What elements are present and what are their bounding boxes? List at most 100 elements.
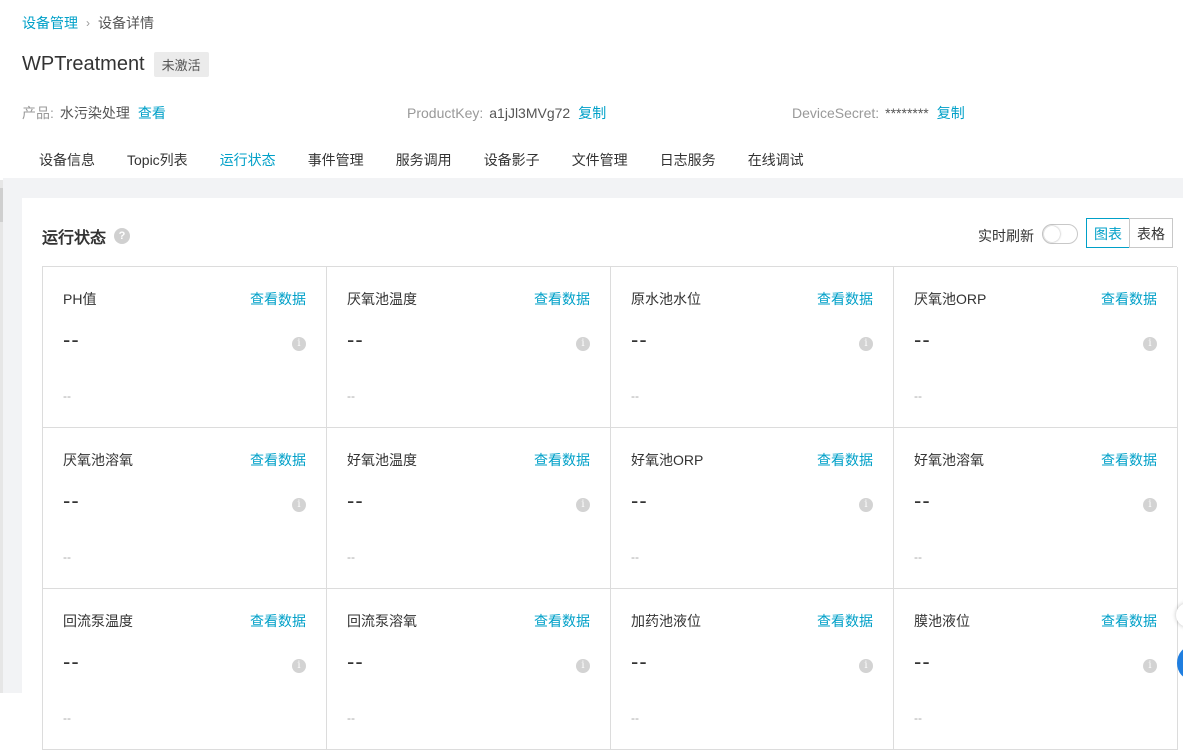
info-icon[interactable]: i: [1143, 659, 1157, 673]
property-card-anaerobic-do: 厌氧池溶氧 查看数据 -- i --: [43, 428, 327, 589]
devicesecret-label: DeviceSecret:: [792, 105, 880, 121]
property-value: --: [631, 327, 648, 352]
breadcrumb-current: 设备详情: [98, 15, 154, 31]
info-icon[interactable]: i: [292, 498, 306, 512]
copy-productkey-link[interactable]: 复制: [578, 105, 606, 121]
view-data-link[interactable]: 查看数据: [250, 289, 306, 309]
info-icon[interactable]: i: [576, 498, 590, 512]
property-timestamp: --: [63, 711, 71, 725]
property-name: PH值: [63, 291, 97, 307]
toggle-knob: [1044, 226, 1060, 242]
breadcrumb-device-management[interactable]: 设备管理: [22, 13, 78, 33]
chart-view-button[interactable]: 图表: [1086, 218, 1130, 248]
view-product-link[interactable]: 查看: [138, 105, 166, 121]
info-icon[interactable]: i: [576, 337, 590, 351]
property-card-return-pump-temp: 回流泵温度 查看数据 -- i --: [43, 589, 327, 750]
view-data-link[interactable]: 查看数据: [1101, 450, 1157, 470]
realtime-refresh-toggle[interactable]: [1042, 224, 1078, 244]
devicesecret-value: ********: [885, 105, 929, 121]
property-name: 膜池液位: [914, 613, 970, 629]
property-grid: PH值 查看数据 -- i -- 厌氧池温度 查看数据 -- i -- 原水池水…: [42, 266, 1178, 750]
section-header: 运行状态 ?: [42, 224, 131, 248]
copy-devicesecret-link[interactable]: 复制: [937, 105, 965, 121]
property-card-aerobic-orp: 好氧池ORP 查看数据 -- i --: [611, 428, 894, 589]
property-value: --: [914, 488, 931, 513]
info-icon[interactable]: i: [292, 659, 306, 673]
view-data-link[interactable]: 查看数据: [817, 289, 873, 309]
info-icon[interactable]: i: [859, 337, 873, 351]
property-value: --: [347, 649, 364, 674]
view-data-link[interactable]: 查看数据: [534, 289, 590, 309]
info-icon[interactable]: i: [859, 498, 873, 512]
info-icon[interactable]: i: [1143, 337, 1157, 351]
view-switcher: 图表 表格: [1086, 218, 1173, 248]
view-data-link[interactable]: 查看数据: [1101, 611, 1157, 631]
realtime-refresh-label: 实时刷新: [978, 228, 1034, 244]
productkey-label: ProductKey:: [407, 105, 484, 121]
property-name: 回流泵溶氧: [347, 613, 417, 629]
view-data-link[interactable]: 查看数据: [250, 611, 306, 631]
property-name: 好氧池温度: [347, 452, 417, 468]
property-value: --: [63, 649, 80, 674]
property-value: --: [914, 327, 931, 352]
meta-productkey: ProductKey: a1jJl3MVg72 复制: [407, 103, 606, 123]
property-name: 好氧池溶氧: [914, 452, 984, 468]
property-card-dosing-level: 加药池液位 查看数据 -- i --: [611, 589, 894, 750]
property-name: 回流泵温度: [63, 613, 133, 629]
chevron-right-icon: ›: [86, 16, 90, 30]
info-icon[interactable]: i: [292, 337, 306, 351]
property-timestamp: --: [347, 711, 355, 725]
view-data-link[interactable]: 查看数据: [250, 450, 306, 470]
product-label: 产品:: [22, 105, 54, 121]
property-value: --: [63, 488, 80, 513]
property-name: 厌氧池温度: [347, 291, 417, 307]
section-title: 运行状态: [42, 230, 107, 247]
property-value: --: [347, 327, 364, 352]
status-badge: 未激活: [153, 52, 209, 77]
info-icon[interactable]: i: [1143, 498, 1157, 512]
table-view-button[interactable]: 表格: [1129, 218, 1173, 248]
property-name: 加药池液位: [631, 613, 701, 629]
property-value: --: [631, 488, 648, 513]
property-value: --: [914, 649, 931, 674]
property-value: --: [631, 649, 648, 674]
meta-product: 产品: 水污染处理 查看: [22, 103, 166, 123]
view-data-link[interactable]: 查看数据: [1101, 289, 1157, 309]
productkey-value: a1jJl3MVg72: [489, 105, 571, 121]
property-timestamp: --: [63, 389, 71, 403]
property-card-anaerobic-orp: 厌氧池ORP 查看数据 -- i --: [894, 267, 1178, 428]
property-name: 厌氧池溶氧: [63, 452, 133, 468]
property-timestamp: --: [914, 389, 922, 403]
help-icon[interactable]: ?: [114, 228, 131, 244]
info-icon[interactable]: i: [859, 659, 873, 673]
property-card-aerobic-temp: 好氧池温度 查看数据 -- i --: [327, 428, 611, 589]
property-timestamp: --: [914, 550, 922, 564]
property-timestamp: --: [347, 550, 355, 564]
property-name: 原水池水位: [631, 291, 701, 307]
info-icon[interactable]: i: [576, 659, 590, 673]
meta-devicesecret: DeviceSecret: ******** 复制: [792, 103, 965, 123]
view-data-link[interactable]: 查看数据: [817, 450, 873, 470]
property-card-ph: PH值 查看数据 -- i --: [43, 267, 327, 428]
page-header: WPTreatment 未激活: [22, 52, 209, 77]
view-data-link[interactable]: 查看数据: [817, 611, 873, 631]
page-title: WPTreatment: [22, 53, 145, 75]
breadcrumb: 设备管理 › 设备详情: [22, 13, 154, 33]
property-card-membrane-level: 膜池液位 查看数据 -- i --: [894, 589, 1178, 750]
property-timestamp: --: [914, 711, 922, 725]
property-value: --: [63, 327, 80, 352]
property-card-aerobic-do: 好氧池溶氧 查看数据 -- i --: [894, 428, 1178, 589]
property-timestamp: --: [63, 550, 71, 564]
property-timestamp: --: [631, 550, 639, 564]
view-data-link[interactable]: 查看数据: [534, 611, 590, 631]
property-timestamp: --: [347, 389, 355, 403]
property-card-return-pump-do: 回流泵溶氧 查看数据 -- i --: [327, 589, 611, 750]
property-card-raw-water-level: 原水池水位 查看数据 -- i --: [611, 267, 894, 428]
product-value: 水污染处理: [59, 105, 130, 121]
property-name: 厌氧池ORP: [914, 291, 987, 307]
property-timestamp: --: [631, 389, 639, 403]
property-card-anaerobic-temp: 厌氧池温度 查看数据 -- i --: [327, 267, 611, 428]
property-name: 好氧池ORP: [631, 452, 704, 468]
property-value: --: [347, 488, 364, 513]
view-data-link[interactable]: 查看数据: [534, 450, 590, 470]
